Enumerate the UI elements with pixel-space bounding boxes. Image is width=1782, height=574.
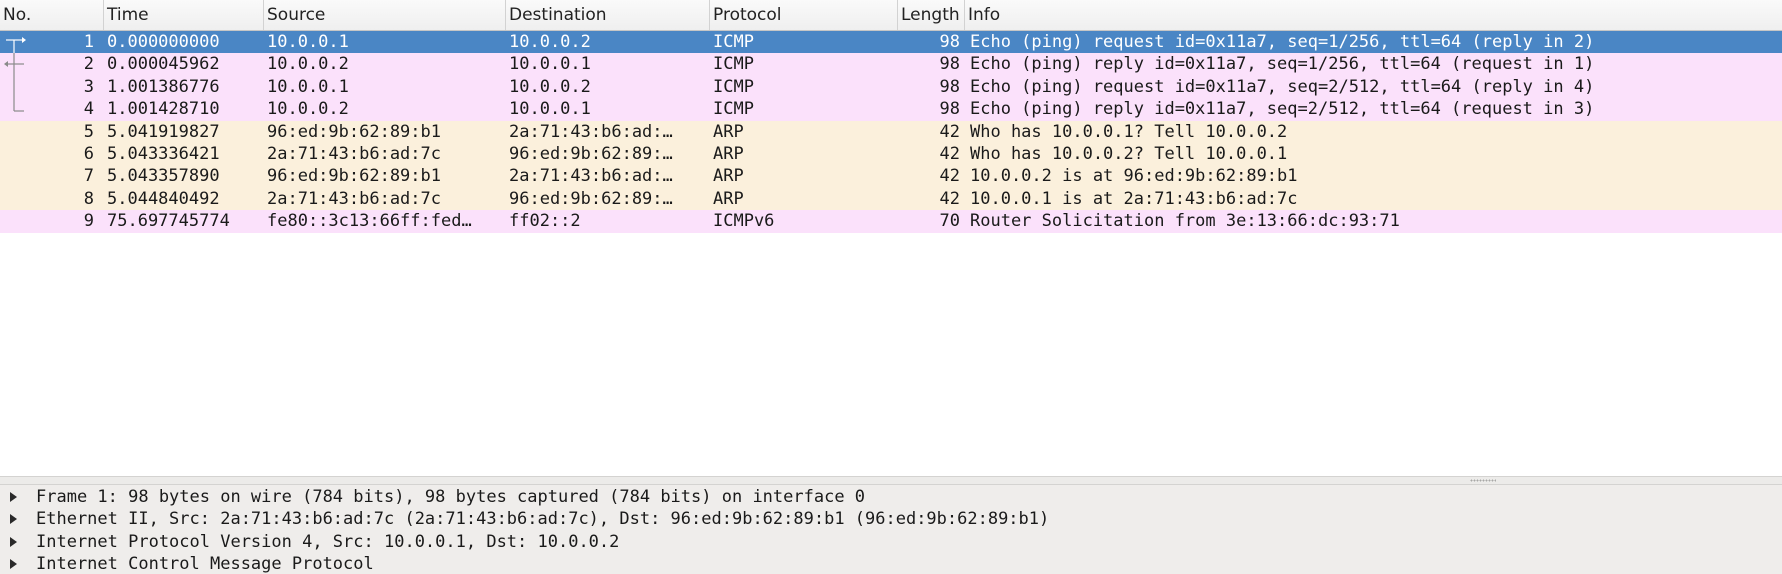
packet-destination: ff02::2 (509, 211, 581, 232)
packet-length: 42 (939, 166, 960, 187)
packet-info: Echo (ping) reply id=0x11a7, seq=2/512, … (970, 99, 1595, 120)
table-row[interactable]: 9 75.697745774 fe80::3c13:66ff:fed… ff02::2… (0, 210, 1782, 233)
packet-info: Router Solicitation from 3e:13:66:dc:93:… (970, 211, 1400, 232)
related-line-icon (4, 75, 32, 99)
packet-info: 10.0.0.1 is at 2a:71:43:b6:ad:7c (970, 188, 1298, 209)
column-header-time[interactable]: Time (104, 0, 264, 30)
packet-destination: 10.0.0.1 (509, 99, 591, 120)
packet-time: 0.000000000 (107, 32, 220, 52)
packet-source: 2a:71:43:b6:ad:7c (267, 188, 441, 209)
expand-arrow-icon[interactable] (10, 536, 17, 547)
table-row[interactable]: 7 5.043357890 96:ed:9b:62:89:b1 2a:71:43:b6… (0, 165, 1782, 188)
packet-length: 42 (939, 188, 960, 209)
packet-number: 7 (83, 166, 94, 187)
packet-number: 5 (83, 121, 94, 142)
packet-time: 75.697745774 (107, 211, 230, 232)
packet-protocol: ICMP (713, 99, 754, 120)
packet-info: 10.0.0.2 is at 96:ed:9b:62:89:b1 (970, 166, 1298, 187)
related-reply-icon (4, 53, 32, 77)
column-header-no[interactable]: No. (0, 0, 104, 30)
packet-length: 98 (939, 76, 960, 97)
table-row[interactable]: 3 1.001386776 10.0.0.1 10.0.0.2 ICMP 98 Echo (… (0, 75, 1782, 99)
table-row[interactable]: 5 5.041919827 96:ed:9b:62:89:b1 2a:71:43:b6… (0, 120, 1782, 143)
packet-length: 98 (939, 32, 960, 52)
packet-destination: 10.0.0.2 (509, 32, 591, 52)
packet-length: 98 (939, 99, 960, 120)
column-header-destination[interactable]: Destination (506, 0, 710, 30)
packet-info: Echo (ping) request id=0x11a7, seq=2/512… (970, 76, 1595, 97)
tree-item-ethernet[interactable]: Ethernet II, Src: 2a:71:43:b6:ad:7c (2a:… (0, 508, 1782, 530)
table-row[interactable]: 2 0.000045962 10.0.0.2 10.0.0.1 ICMP 98 Echo (… (0, 53, 1782, 77)
packet-time: 1.001428710 (107, 99, 220, 120)
packet-source: 96:ed:9b:62:89:b1 (267, 166, 441, 187)
packet-length: 70 (939, 211, 960, 232)
tree-item-icmp[interactable]: Internet Control Message Protocol (0, 553, 1782, 574)
tree-item-label: Internet Protocol Version 4, Src: 10.0.0… (36, 531, 620, 552)
packet-number: 6 (83, 143, 94, 164)
packet-source: 10.0.0.2 (267, 54, 349, 75)
packet-protocol: ARP (713, 121, 744, 142)
table-row[interactable]: 4 1.001428710 10.0.0.2 10.0.0.1 ICMP 98 Echo (… (0, 98, 1782, 121)
related-request-icon (4, 31, 32, 54)
related-line-icon (4, 98, 32, 120)
table-row[interactable]: 6 5.043336421 2a:71:43:b6:ad:7c 96:ed:9b:62… (0, 142, 1782, 166)
expand-arrow-icon[interactable] (10, 492, 17, 502)
packet-details-pane[interactable]: Frame 1: 98 bytes on wire (784 bits), 98… (0, 485, 1782, 574)
packet-source: 10.0.0.1 (267, 32, 349, 52)
packet-protocol: ARP (713, 143, 744, 164)
tree-item-ipv4[interactable]: Internet Protocol Version 4, Src: 10.0.0… (0, 531, 1782, 553)
packet-destination: 10.0.0.2 (509, 76, 591, 97)
packet-destination: 2a:71:43:b6:ad:… (509, 121, 673, 142)
packet-protocol: ICMP (713, 32, 754, 52)
packet-time: 5.043357890 (107, 166, 220, 187)
packet-protocol: ARP (713, 188, 744, 209)
column-header-length[interactable]: Length (898, 0, 965, 30)
packet-source: fe80::3c13:66ff:fed… (267, 211, 472, 232)
expand-arrow-icon[interactable] (10, 514, 17, 525)
packet-info: Echo (ping) reply id=0x11a7, seq=1/256, … (970, 54, 1595, 75)
packet-protocol: ICMP (713, 76, 754, 97)
column-header-protocol[interactable]: Protocol (710, 0, 898, 30)
packet-destination: 10.0.0.1 (509, 54, 591, 75)
packet-list-pane[interactable]: No. Time Source Destination Protocol Len… (0, 0, 1782, 476)
packet-source: 10.0.0.1 (267, 76, 349, 97)
column-header-source[interactable]: Source (264, 0, 506, 30)
packet-length: 98 (939, 54, 960, 75)
packet-time: 5.041919827 (107, 121, 220, 142)
column-header-info[interactable]: Info (965, 0, 1782, 30)
tree-item-label: Frame 1: 98 bytes on wire (784 bits), 98… (36, 487, 866, 507)
packet-source: 2a:71:43:b6:ad:7c (267, 143, 441, 164)
packet-destination: 96:ed:9b:62:89:… (509, 188, 673, 209)
packet-source: 10.0.0.2 (267, 99, 349, 120)
packet-length: 42 (939, 121, 960, 142)
tree-item-label: Internet Control Message Protocol (36, 553, 374, 574)
packet-time: 5.043336421 (107, 143, 220, 164)
splitter-grip-icon[interactable] (1470, 479, 1496, 482)
packet-source: 96:ed:9b:62:89:b1 (267, 121, 441, 142)
packet-protocol: ICMP (713, 54, 754, 75)
pane-splitter[interactable] (0, 476, 1782, 485)
packet-length: 42 (939, 143, 960, 164)
tree-item-frame[interactable]: Frame 1: 98 bytes on wire (784 bits), 98… (0, 486, 1782, 508)
packet-protocol: ARP (713, 166, 744, 187)
table-row[interactable]: 8 5.044840492 2a:71:43:b6:ad:7c 96:ed:9b:62… (0, 187, 1782, 211)
packet-destination: 2a:71:43:b6:ad:… (509, 166, 673, 187)
packet-rows: 1 0.000000000 10.0.0.1 10.0.0.2 ICMP 98 Echo (… (0, 31, 1782, 233)
packet-info: Who has 10.0.0.1? Tell 10.0.0.2 (970, 121, 1288, 142)
packet-list-header: No. Time Source Destination Protocol Len… (0, 0, 1782, 31)
packet-info: Echo (ping) request id=0x11a7, seq=1/256… (970, 32, 1595, 52)
packet-time: 0.000045962 (107, 54, 220, 75)
table-row[interactable]: 1 0.000000000 10.0.0.1 10.0.0.2 ICMP 98 Echo (… (0, 31, 1782, 54)
tree-item-label: Ethernet II, Src: 2a:71:43:b6:ad:7c (2a:… (36, 509, 1050, 530)
packet-time: 5.044840492 (107, 188, 220, 209)
packet-time: 1.001386776 (107, 76, 220, 97)
packet-protocol: ICMPv6 (713, 211, 775, 232)
expand-arrow-icon[interactable] (10, 558, 17, 569)
packet-number: 8 (83, 188, 94, 209)
packet-number: 9 (83, 211, 94, 232)
packet-destination: 96:ed:9b:62:89:… (509, 143, 673, 164)
packet-info: Who has 10.0.0.2? Tell 10.0.0.1 (970, 143, 1288, 164)
